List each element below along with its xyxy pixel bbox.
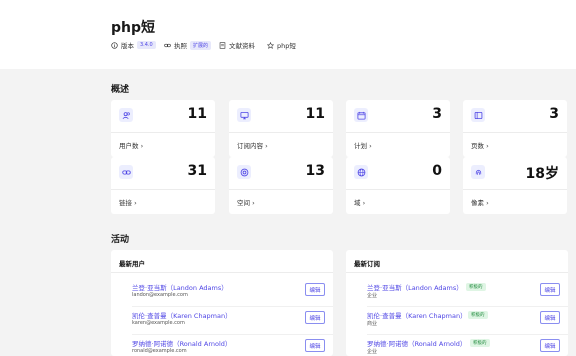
latest-subscriptions-title: 最新订阅 xyxy=(354,260,380,268)
version-badge: 3.4.0 xyxy=(137,41,156,49)
latest-users-panel: 最新用户 兰登·亚当斯（Landon Adams） landon@example… xyxy=(111,250,333,356)
card-divider xyxy=(463,189,567,190)
card-plans[interactable]: 3 计划 › xyxy=(346,100,450,157)
meta-docs-label: 文献资料 xyxy=(229,42,255,50)
edit-user-button[interactable]: 编辑 xyxy=(305,283,325,296)
user-name-link[interactable]: 罗纳德·阿诺德（Ronald Arnold） xyxy=(132,338,231,348)
link-icon xyxy=(164,43,171,47)
card-spaces-value: 13 xyxy=(305,163,325,179)
user-email: karen@example.com xyxy=(132,320,185,326)
info-icon xyxy=(111,41,118,49)
link-icon xyxy=(119,165,133,179)
meta-version-label: 版本 xyxy=(121,42,134,50)
user-name-link[interactable]: 兰登·亚当斯（Landon Adams） xyxy=(132,282,228,292)
card-domains[interactable]: 0 域 › xyxy=(346,157,450,214)
activity-title: 活动 xyxy=(111,235,130,245)
calendar-icon xyxy=(354,108,368,122)
status-badge: 积极的 xyxy=(470,339,490,347)
overview-title: 概述 xyxy=(111,85,130,95)
subscription-row: 凯伦·查普曼（Karen Chapman） 积极的 商业 编辑 xyxy=(346,307,568,335)
card-users[interactable]: 11 用户数 › xyxy=(111,100,215,157)
card-links[interactable]: 31 链接 › xyxy=(111,157,215,214)
card-plans-link[interactable]: 计划 › xyxy=(354,140,372,150)
card-divider xyxy=(346,132,450,133)
license-badge: 扩展的 xyxy=(190,40,212,50)
subscriber-name-link[interactable]: 兰登·亚当斯（Landon Adams） xyxy=(367,282,463,292)
card-users-link[interactable]: 用户数 › xyxy=(119,140,143,150)
edit-subscription-button[interactable]: 编辑 xyxy=(540,311,560,324)
status-badge: 积极的 xyxy=(466,283,486,291)
star-icon xyxy=(267,41,274,49)
user-row: 凯伦·查普曼（Karen Chapman） karen@example.com … xyxy=(111,307,333,335)
edit-subscription-button[interactable]: 编辑 xyxy=(540,339,560,352)
card-pages[interactable]: 3 页数 › xyxy=(463,100,567,157)
card-divider xyxy=(111,189,215,190)
user-row: 罗纳德·阿诺德（Ronald Arnold） ronald@example.co… xyxy=(111,335,333,356)
page-icon xyxy=(471,108,485,122)
users-icon xyxy=(119,108,133,122)
plan-name: 企业 xyxy=(367,349,378,355)
card-links-value: 31 xyxy=(187,163,207,179)
user-email: ronald@example.com xyxy=(132,348,187,354)
card-pixels[interactable]: 18岁 像素 › xyxy=(463,157,567,214)
meta-version: 版本 3.4.0 xyxy=(111,39,156,51)
card-divider xyxy=(346,189,450,190)
latest-subscriptions-panel: 最新订阅 兰登·亚当斯（Landon Adams） 积极的 企业 编辑 凯伦·查… xyxy=(346,250,568,356)
meta-license: 执照 扩展的 xyxy=(164,39,212,51)
edit-user-button[interactable]: 编辑 xyxy=(305,339,325,352)
subscriber-name-link[interactable]: 凯伦·查普曼（Karen Chapman） xyxy=(367,310,467,320)
meta-license-label: 执照 xyxy=(174,42,187,50)
card-subscriptions[interactable]: 11 订阅内容 › xyxy=(229,100,333,157)
card-plans-value: 3 xyxy=(432,106,442,122)
edit-subscription-button[interactable]: 编辑 xyxy=(540,283,560,296)
document-icon xyxy=(219,41,226,49)
card-pixels-link[interactable]: 像素 › xyxy=(471,197,489,207)
card-pages-link[interactable]: 页数 › xyxy=(471,140,489,150)
meta-product-link[interactable]: php短 xyxy=(267,39,296,51)
subscription-row: 罗纳德·阿诺德（Ronald Arnold） 积极的 企业 编辑 xyxy=(346,335,568,356)
plan-name: 商业 xyxy=(367,321,378,327)
page-header xyxy=(0,0,576,69)
globe-icon xyxy=(354,165,368,179)
user-name-link[interactable]: 凯伦·查普曼（Karen Chapman） xyxy=(132,310,232,320)
status-badge: 积极的 xyxy=(468,311,488,319)
card-pages-value: 3 xyxy=(549,106,559,122)
card-domains-value: 0 xyxy=(432,163,442,179)
card-pixels-value: 18岁 xyxy=(525,166,559,182)
card-spaces-link[interactable]: 空间 › xyxy=(237,197,255,207)
card-divider xyxy=(111,132,215,133)
user-email: landon@example.com xyxy=(132,292,188,298)
card-domains-link[interactable]: 域 › xyxy=(354,197,365,207)
user-row: 兰登·亚当斯（Landon Adams） landon@example.com … xyxy=(111,279,333,307)
card-links-link[interactable]: 链接 › xyxy=(119,197,137,207)
meta-product-label: php短 xyxy=(277,42,296,50)
panel-divider xyxy=(111,272,333,273)
monitor-icon xyxy=(237,108,251,122)
card-divider xyxy=(463,132,567,133)
meta-docs-link[interactable]: 文献资料 xyxy=(219,39,255,51)
plan-name: 企业 xyxy=(367,293,378,299)
card-divider xyxy=(229,189,333,190)
edit-user-button[interactable]: 编辑 xyxy=(305,311,325,324)
card-subscriptions-value: 11 xyxy=(305,106,325,122)
card-users-value: 11 xyxy=(187,106,207,122)
card-spaces[interactable]: 13 空间 › xyxy=(229,157,333,214)
panel-divider xyxy=(346,272,568,273)
subscriber-name-link[interactable]: 罗纳德·阿诺德（Ronald Arnold） xyxy=(367,338,466,348)
card-subscriptions-link[interactable]: 订阅内容 › xyxy=(237,140,268,150)
subscription-row: 兰登·亚当斯（Landon Adams） 积极的 企业 编辑 xyxy=(346,279,568,307)
fingerprint-icon xyxy=(471,165,485,179)
card-divider xyxy=(229,132,333,133)
target-icon xyxy=(237,165,251,179)
latest-users-title: 最新用户 xyxy=(119,260,145,268)
page-title: php短 xyxy=(111,20,156,36)
